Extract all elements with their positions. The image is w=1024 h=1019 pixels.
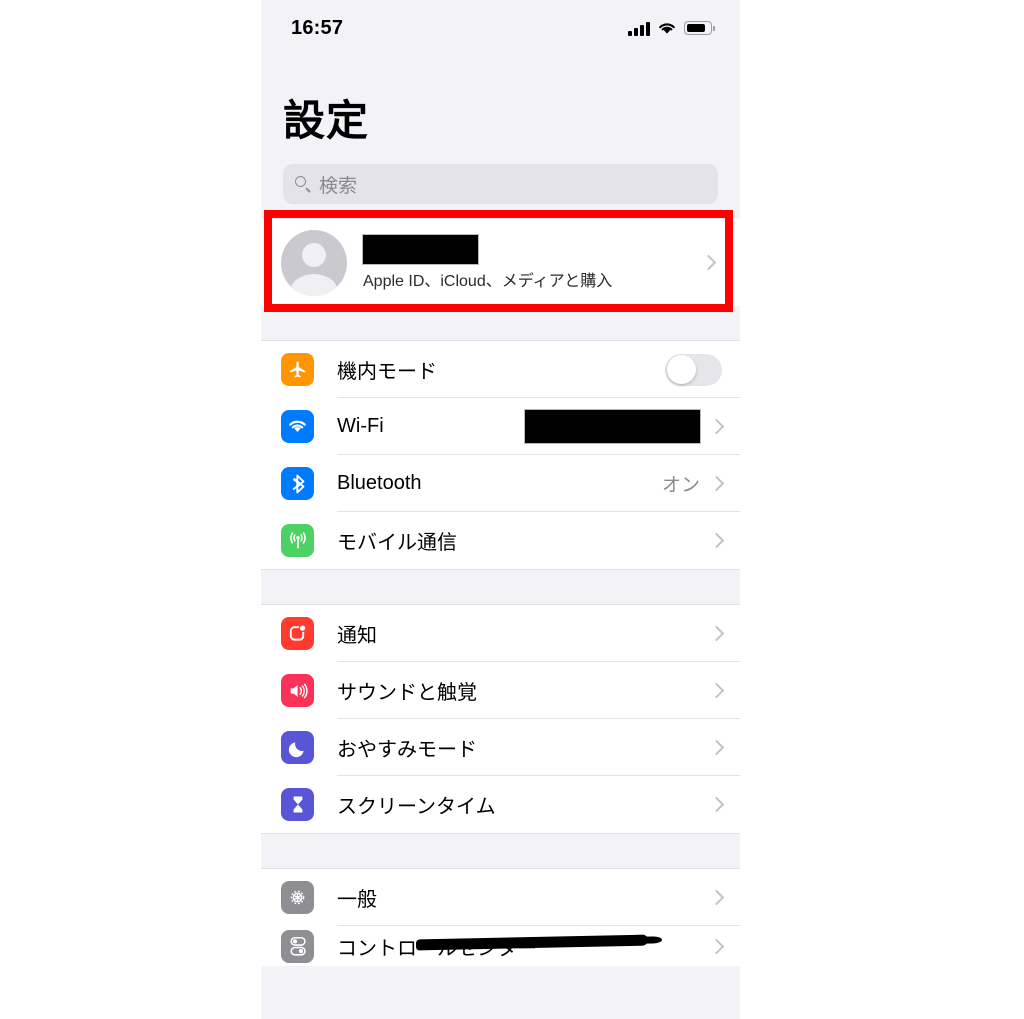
settings-row-label: Bluetooth xyxy=(337,472,422,494)
account-text: Apple ID、iCloud、メディアと購入 xyxy=(363,234,613,291)
settings-group-connectivity: 機内モード Wi-Fi Bluetooth オン モバイル通信 xyxy=(261,340,740,570)
wifi-icon xyxy=(281,410,314,443)
account-section: Apple ID、iCloud、メディアと購入 xyxy=(261,204,740,312)
settings-row-label: サウンドと触覚 xyxy=(337,682,477,704)
wifi-value-redaction xyxy=(525,410,700,443)
chevron-right-icon xyxy=(708,889,725,906)
gear-icon xyxy=(281,881,314,914)
search-placeholder: 検索 xyxy=(319,175,358,197)
settings-group-notifications: 通知 サウンドと触覚 おやすみモード スクリーンタイム xyxy=(261,604,740,834)
search-icon xyxy=(295,175,312,193)
section-gap xyxy=(261,834,740,868)
section-gap xyxy=(261,306,740,340)
chevron-right-icon xyxy=(708,475,725,492)
chevron-right-icon xyxy=(708,739,725,756)
airplane-mode-toggle[interactable] xyxy=(665,353,722,386)
apple-id-row[interactable]: Apple ID、iCloud、メディアと購入 xyxy=(261,219,740,306)
section-gap xyxy=(261,570,740,604)
settings-row-label: おやすみモード xyxy=(337,739,477,761)
person-avatar-icon xyxy=(281,229,347,296)
moon-icon xyxy=(281,731,314,764)
settings-row-general[interactable]: 一般 xyxy=(261,869,740,926)
settings-row-label: スクリーンタイム xyxy=(337,796,496,818)
status-bar: 16:57 xyxy=(261,0,740,56)
control-center-icon xyxy=(281,929,314,963)
sound-haptics-icon xyxy=(281,674,314,707)
page-title: 設定 xyxy=(283,97,370,144)
bluetooth-icon xyxy=(281,467,314,500)
chevron-right-icon xyxy=(708,418,725,435)
chevron-right-icon xyxy=(708,796,725,813)
iphone-settings-screen: 16:57 設定 検索 Apple ID、iCloud、メディアと購入 機内モー… xyxy=(261,0,740,1019)
settings-group-general: 一般 コントロールセンター xyxy=(261,868,740,966)
chevron-right-icon xyxy=(708,532,725,549)
cellular-icon xyxy=(281,524,314,557)
status-bar-time: 16:57 xyxy=(291,16,344,39)
chevron-right-icon xyxy=(700,254,740,271)
settings-row-wifi[interactable]: Wi-Fi xyxy=(261,398,740,455)
battery-icon xyxy=(684,21,715,35)
wifi-icon xyxy=(659,22,675,34)
settings-row-label: 一般 xyxy=(337,889,377,911)
settings-row-screen-time[interactable]: スクリーンタイム xyxy=(261,776,740,833)
settings-row-label: 機内モード xyxy=(337,361,437,383)
settings-row-sounds[interactable]: サウンドと触覚 xyxy=(261,662,740,719)
chevron-right-icon xyxy=(708,682,725,699)
airplane-icon xyxy=(281,353,314,386)
settings-row-bluetooth[interactable]: Bluetooth オン xyxy=(261,455,740,512)
settings-row-label: モバイル通信 xyxy=(337,532,457,554)
account-subtitle: Apple ID、iCloud、メディアと購入 xyxy=(363,272,613,290)
settings-row-control-center[interactable]: コントロールセンター xyxy=(261,926,740,966)
search-input[interactable]: 検索 xyxy=(283,164,718,204)
chevron-right-icon xyxy=(708,938,725,954)
notification-icon xyxy=(281,617,314,650)
hourglass-icon xyxy=(281,788,314,821)
settings-row-notifications[interactable]: 通知 xyxy=(261,605,740,662)
settings-row-do-not-disturb[interactable]: おやすみモード xyxy=(261,719,740,776)
settings-row-label: 通知 xyxy=(337,625,377,647)
status-bar-icons xyxy=(628,21,715,36)
settings-row-label: Wi-Fi xyxy=(337,415,384,437)
cellular-signal-icon xyxy=(628,21,650,36)
account-name-redaction xyxy=(363,234,478,264)
chevron-right-icon xyxy=(708,625,725,642)
settings-row-cellular[interactable]: モバイル通信 xyxy=(261,512,740,569)
settings-row-airplane-mode[interactable]: 機内モード xyxy=(261,341,740,398)
bluetooth-status-value: オン xyxy=(661,475,700,496)
